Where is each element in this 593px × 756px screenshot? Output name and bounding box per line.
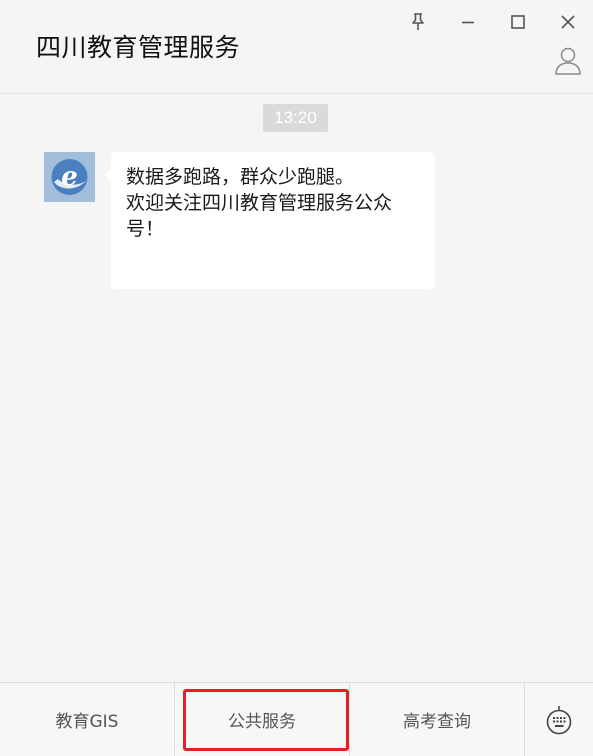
svg-text:e: e	[61, 162, 78, 192]
menu-item-education-gis[interactable]: 教育GIS	[0, 683, 174, 756]
person-icon[interactable]	[553, 45, 583, 77]
edu-e-logo-icon: e	[44, 152, 95, 202]
keyboard-icon[interactable]	[525, 683, 593, 756]
sender-avatar[interactable]: e	[44, 152, 95, 202]
close-icon[interactable]	[554, 8, 582, 36]
message-timestamp: 13:20	[263, 104, 328, 132]
message-bubble[interactable]: 数据多跑路，群众少跑腿。 欢迎关注四川教育管理服务公众 号！	[111, 152, 435, 289]
menu-item-gaokao-query[interactable]: 高考查询	[350, 683, 524, 756]
message-line: 数据多跑路，群众少跑腿。	[126, 166, 355, 188]
custom-menu-bar: 教育GIS 公共服务 高考查询	[0, 682, 593, 756]
maximize-icon[interactable]	[504, 8, 532, 36]
minimize-icon[interactable]	[454, 8, 482, 36]
menu-item-public-services[interactable]: 公共服务	[175, 683, 349, 756]
bubble-tail	[104, 169, 111, 181]
message-line: 欢迎关注四川教育管理服务公众	[126, 192, 393, 214]
chat-title: 四川教育管理服务	[36, 33, 241, 62]
chat-header: 四川教育管理服务	[0, 0, 593, 94]
message-line: 号！	[126, 218, 165, 240]
chat-area[interactable]: 13:20 e 数据多跑路，群众少跑腿。 欢迎关注四川教育管理服务公众 号！	[0, 95, 593, 681]
pin-icon[interactable]	[404, 8, 432, 36]
